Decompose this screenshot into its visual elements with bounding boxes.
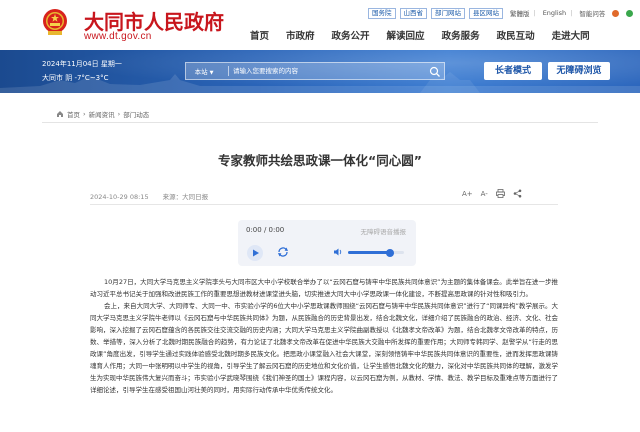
- wechat-icon[interactable]: [626, 9, 634, 17]
- search-bar: 本站 ▼: [185, 62, 445, 80]
- top-links: 国务院 山西省 部门网站 县区网站 繁體版 | English | 智能问答: [368, 6, 634, 20]
- breadcrumb-news[interactable]: 新闻资讯: [89, 109, 115, 119]
- link-departments[interactable]: 部门网站: [431, 7, 465, 19]
- play-icon[interactable]: [247, 245, 263, 261]
- breadcrumb-department[interactable]: 部门动态: [123, 109, 149, 119]
- article-tools: A+ A-: [462, 189, 522, 198]
- national-emblem-icon[interactable]: [42, 8, 68, 36]
- weibo-icon[interactable]: [612, 9, 620, 17]
- nav-interaction[interactable]: 政民互动: [497, 28, 535, 42]
- chevron-right-icon: ›: [117, 110, 121, 118]
- font-increase-button[interactable]: A+: [462, 190, 473, 198]
- article-meta: 2024-10-29 08:15 来源：大同日报: [90, 191, 220, 201]
- breadcrumb-home[interactable]: 首页: [67, 109, 80, 119]
- player-time: 0:00 / 0:00: [246, 226, 285, 234]
- player-label: 无障碍语音播报: [360, 228, 407, 236]
- link-traditional[interactable]: 繁體版: [510, 8, 530, 18]
- nav-interpretation[interactable]: 解读回应: [387, 28, 425, 42]
- weather-text: 大同市 阴 -7°C~3°C: [42, 74, 109, 82]
- nav-services[interactable]: 政务服务: [442, 28, 480, 42]
- main-nav: 首页 市政府 政务公开 解读回应 政务服务 政民互动 走进大同: [250, 28, 607, 42]
- nav-about-datong[interactable]: 走进大同: [552, 28, 590, 42]
- chevron-right-icon: ›: [83, 110, 86, 118]
- date-text: 2024年11月04日 星期一: [42, 60, 122, 68]
- divider: [228, 66, 229, 76]
- article-paragraph: 10月27日，大同大学马克思主义学院李头与大同市区大中小学校联合举办了以“云冈石…: [90, 278, 558, 298]
- link-smart-qa[interactable]: 智能问答: [579, 8, 605, 18]
- link-state-council[interactable]: 国务院: [368, 7, 396, 19]
- separator: |: [533, 9, 536, 17]
- volume-icon[interactable]: [333, 247, 343, 257]
- volume-slider-knob[interactable]: [386, 248, 394, 257]
- search-scope-select[interactable]: 本站 ▼: [186, 66, 222, 76]
- article-paragraph: 会上，来自大同大学、大同师专、大同一中、市实验小学的6位大中小学思政课教师围绕“…: [90, 302, 558, 394]
- elder-mode-button[interactable]: 长者模式: [484, 62, 542, 80]
- share-icon[interactable]: [513, 189, 522, 198]
- audio-player: 0:00 / 0:00 无障碍语音播报: [238, 220, 416, 266]
- loop-icon[interactable]: [276, 245, 290, 259]
- article-body: 10月27日，大同大学马克思主义学院李头与大同市区大中小学校联合举办了以“云冈石…: [90, 276, 558, 396]
- search-icon[interactable]: [429, 66, 441, 78]
- nav-city-government[interactable]: 市政府: [286, 28, 315, 42]
- font-decrease-button[interactable]: A-: [481, 190, 488, 198]
- nav-home[interactable]: 首页: [250, 28, 269, 42]
- print-icon[interactable]: [495, 189, 505, 198]
- accessible-browsing-button[interactable]: 无障碍浏览: [548, 62, 610, 80]
- divider: [42, 122, 598, 123]
- home-icon: [57, 111, 63, 117]
- link-counties[interactable]: 县区网站: [469, 7, 503, 19]
- search-scope-label: 本站: [194, 68, 208, 76]
- link-english[interactable]: English: [543, 9, 566, 17]
- banner: 2024年11月04日 星期一 大同市 阴 -7°C~3°C 本站▼ 长者模式 …: [0, 50, 640, 93]
- article-title: 专家教师共绘思政课一体化“同心圆”: [218, 153, 422, 168]
- nav-open-affairs[interactable]: 政务公开: [332, 28, 370, 42]
- link-shanxi[interactable]: 山西省: [399, 7, 427, 19]
- publish-date: 2024-10-29 08:15: [90, 193, 149, 201]
- search-input[interactable]: [233, 67, 393, 75]
- article-source: 来源：大同日报: [162, 193, 209, 201]
- site-header: 大同市人民政府 www.dt.gov.cn 国务院 山西省 部门网站 县区网站 …: [0, 0, 640, 50]
- divider: [90, 204, 558, 205]
- site-url: www.dt.gov.cn: [84, 31, 152, 42]
- volume-slider-fill: [348, 251, 390, 254]
- separator: |: [570, 9, 573, 17]
- volume-slider[interactable]: [348, 248, 404, 257]
- breadcrumb: 首页 › 新闻资讯 › 部门动态: [56, 109, 149, 119]
- caret-down-icon: ▼: [209, 70, 214, 76]
